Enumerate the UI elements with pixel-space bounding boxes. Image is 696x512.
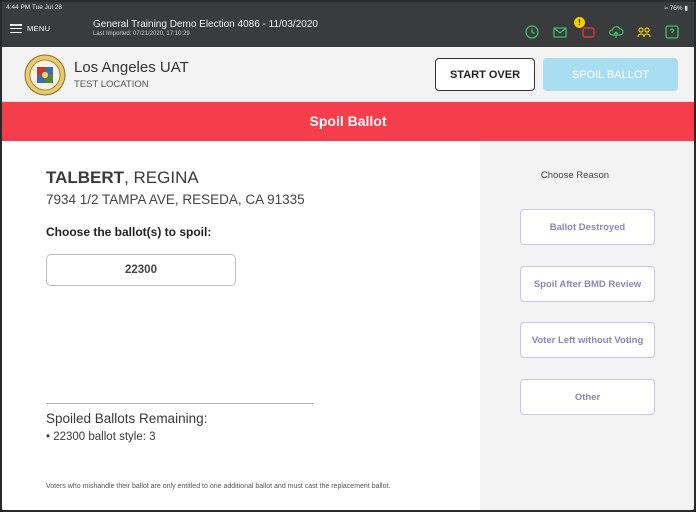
- org-name: Los Angeles UAT: [74, 59, 189, 76]
- reason-ballot-destroyed-button[interactable]: Ballot Destroyed: [520, 209, 655, 245]
- reason-voter-left-without-voting-button[interactable]: Voter Left without Voting: [520, 322, 655, 358]
- battery-percent: 76%: [669, 5, 683, 12]
- main-panel: TALBERT, REGINA 7934 1/2 TAMPA AVE, RESE…: [2, 141, 480, 510]
- choose-reason-heading: Choose Reason: [540, 170, 610, 181]
- app-bar: 4:44 PM Tue Jul 28 ≈ 76% ▮ MENU General …: [2, 2, 694, 47]
- voter-first-name: , REGINA: [124, 168, 199, 187]
- app-window: 4:44 PM Tue Jul 28 ≈ 76% ▮ MENU General …: [0, 0, 696, 512]
- start-over-button[interactable]: START OVER: [435, 58, 535, 91]
- wifi-icon: ≈: [664, 5, 668, 12]
- county-seal-logo: [24, 54, 66, 96]
- notification-badge: !: [574, 17, 585, 28]
- mail-icon[interactable]: [551, 23, 568, 40]
- help-icon[interactable]: [663, 23, 680, 40]
- election-title: General Training Demo Election 4086 - 11…: [93, 19, 318, 30]
- users-icon[interactable]: [635, 23, 652, 40]
- history-icon[interactable]: [523, 23, 540, 40]
- notification-icon[interactable]: !: [574, 17, 596, 40]
- org-location: TEST LOCATION: [74, 79, 149, 90]
- choose-ballot-label: Choose the ballot(s) to spoil:: [46, 225, 212, 239]
- last-imported: Last Imported: 07/21/2020, 17:10:29: [93, 31, 190, 37]
- voter-address: 7934 1/2 TAMPA AVE, RESEDA, CA 91335: [46, 192, 305, 207]
- menu-button[interactable]: MENU: [10, 24, 50, 33]
- page-title: Spoil Ballot: [2, 102, 694, 141]
- spoiled-remaining-item: • 22300 ballot style: 3: [46, 431, 156, 443]
- voter-name: TALBERT, REGINA: [46, 168, 199, 188]
- reason-other-button[interactable]: Other: [520, 379, 655, 415]
- divider: [46, 403, 314, 404]
- cloud-icon[interactable]: [607, 23, 624, 40]
- org-header: Los Angeles UAT TEST LOCATION START OVER…: [2, 47, 694, 102]
- toolbar-icons: !: [523, 17, 680, 40]
- status-time: 4:44 PM Tue Jul 28: [6, 4, 63, 11]
- reason-spoil-after-bmd-review-button[interactable]: Spoil After BMD Review: [520, 266, 655, 302]
- hamburger-icon: [10, 24, 22, 33]
- voter-last-name: TALBERT: [46, 168, 125, 187]
- ballot-option-button[interactable]: 22300: [46, 254, 236, 286]
- battery-status: ≈ 76% ▮: [664, 4, 688, 12]
- battery-icon: ▮: [684, 5, 688, 12]
- menu-label: MENU: [27, 24, 51, 33]
- reason-panel: Choose Reason Ballot Destroyed Spoil Aft…: [480, 141, 694, 510]
- spoiled-remaining-title: Spoiled Ballots Remaining:: [46, 411, 208, 426]
- spoil-ballot-button[interactable]: SPOIL BALLOT: [543, 58, 678, 91]
- disclaimer-text: Voters who mishandle their ballot are on…: [46, 483, 391, 490]
